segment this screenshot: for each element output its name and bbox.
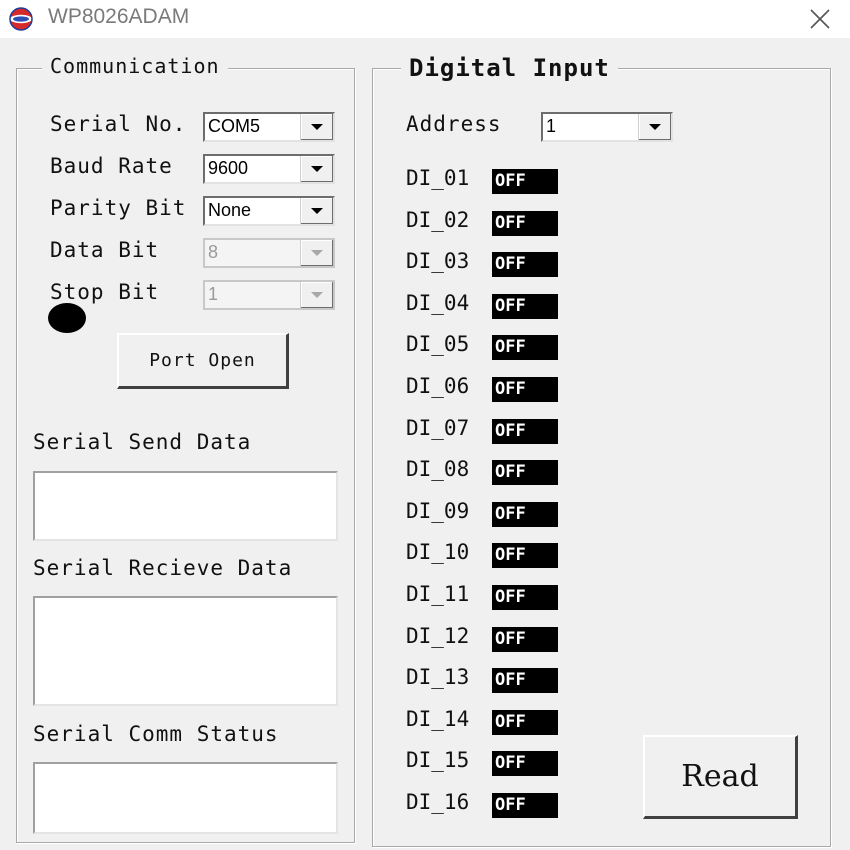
- data-bit-select: 8: [203, 238, 335, 268]
- chevron-down-icon[interactable]: [300, 114, 333, 140]
- address-value: 1: [546, 116, 557, 136]
- close-button[interactable]: [800, 2, 840, 36]
- di-state-indicator: OFF: [492, 169, 558, 194]
- close-icon: [810, 9, 830, 29]
- parity-bit-select[interactable]: None: [203, 196, 335, 226]
- di-state-indicator: OFF: [492, 252, 558, 277]
- di-label: DI_08: [406, 457, 470, 481]
- address-label: Address: [406, 112, 502, 136]
- title-bar: WP8026ADAM: [0, 0, 850, 38]
- di-label: DI_07: [406, 416, 470, 440]
- chevron-down-icon[interactable]: [638, 114, 671, 140]
- di-state-indicator: OFF: [492, 668, 558, 693]
- di-label: DI_02: [406, 208, 470, 232]
- serial-no-value: COM5: [208, 116, 261, 136]
- chevron-down-icon[interactable]: [300, 156, 333, 182]
- di-state-indicator: OFF: [492, 710, 558, 735]
- parity-bit-value: None: [208, 200, 252, 220]
- serial-no-select[interactable]: COM5: [203, 112, 335, 142]
- di-label: DI_11: [406, 582, 470, 606]
- di-label: DI_06: [406, 374, 470, 398]
- di-state-indicator: OFF: [492, 585, 558, 610]
- di-state-indicator: OFF: [492, 751, 558, 776]
- data-bit-label: Data Bit: [50, 238, 160, 262]
- di-label: DI_12: [406, 624, 470, 648]
- di-state-indicator: OFF: [492, 543, 558, 568]
- di-state-indicator: OFF: [492, 294, 558, 319]
- serial-receive-textbox[interactable]: [33, 596, 338, 706]
- di-state-indicator: OFF: [492, 460, 558, 485]
- di-label: DI_14: [406, 707, 470, 731]
- serial-send-label: Serial Send Data: [33, 430, 252, 454]
- serial-send-textbox[interactable]: [33, 471, 338, 541]
- di-label: DI_03: [406, 249, 470, 273]
- baud-rate-value: 9600: [208, 158, 249, 178]
- read-button[interactable]: Read: [643, 735, 798, 819]
- di-label: DI_09: [406, 499, 470, 523]
- di-state-indicator: OFF: [492, 335, 558, 360]
- baud-rate-label: Baud Rate: [50, 154, 173, 178]
- window-title: WP8026ADAM: [48, 5, 190, 28]
- port-status-led: [48, 303, 86, 333]
- di-state-indicator: OFF: [492, 377, 558, 402]
- di-state-indicator: OFF: [492, 502, 558, 527]
- di-state-indicator: OFF: [492, 627, 558, 652]
- di-state-indicator: OFF: [492, 419, 558, 444]
- app-logo-icon: [9, 7, 33, 31]
- digital-input-group-title: Digital Input: [401, 54, 618, 82]
- di-label: DI_01: [406, 166, 470, 190]
- baud-rate-select[interactable]: 9600: [203, 154, 335, 184]
- stop-bit-value: 1: [208, 284, 219, 304]
- chevron-down-icon: [300, 282, 333, 308]
- di-label: DI_10: [406, 540, 470, 564]
- di-label: DI_15: [406, 748, 470, 772]
- port-open-label: Port Open: [149, 350, 256, 371]
- serial-status-label: Serial Comm Status: [33, 722, 279, 746]
- read-button-label: Read: [681, 759, 759, 794]
- port-open-button[interactable]: Port Open: [117, 333, 289, 389]
- address-select[interactable]: 1: [541, 112, 673, 142]
- communication-group-title: Communication: [42, 54, 228, 78]
- chevron-down-icon: [300, 240, 333, 266]
- stop-bit-select: 1: [203, 280, 335, 310]
- di-state-indicator: OFF: [492, 211, 558, 236]
- chevron-down-icon[interactable]: [300, 198, 333, 224]
- di-label: DI_13: [406, 665, 470, 689]
- di-state-indicator: OFF: [492, 793, 558, 818]
- data-bit-value: 8: [208, 242, 219, 262]
- di-label: DI_16: [406, 790, 470, 814]
- di-label: DI_04: [406, 291, 470, 315]
- stop-bit-label: Stop Bit: [50, 280, 160, 304]
- serial-status-textbox[interactable]: [33, 762, 338, 834]
- parity-bit-label: Parity Bit: [50, 196, 187, 220]
- di-label: DI_05: [406, 332, 470, 356]
- serial-no-label: Serial No.: [50, 112, 187, 136]
- serial-receive-label: Serial Recieve Data: [33, 556, 293, 580]
